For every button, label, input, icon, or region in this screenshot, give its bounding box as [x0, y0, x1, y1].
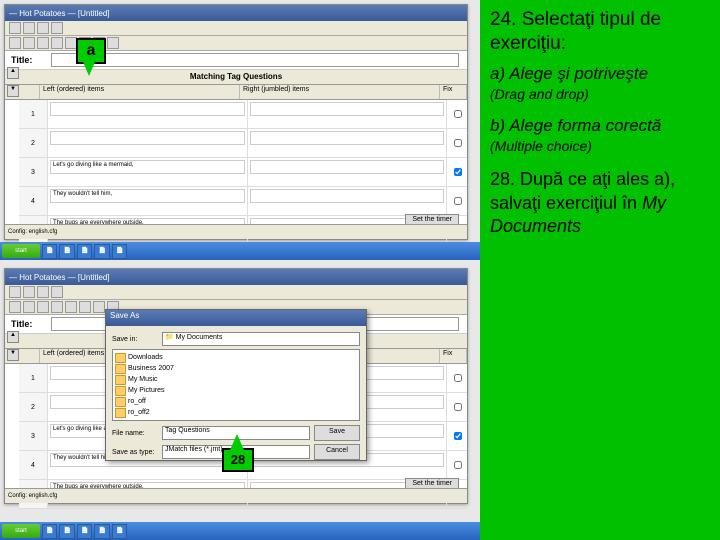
option-b-paren: (Multiple choice)	[490, 138, 710, 154]
title-input[interactable]	[51, 53, 459, 67]
callout-28: 28	[222, 448, 254, 472]
question-row: 2	[19, 129, 467, 158]
fix-checkbox[interactable]	[454, 110, 462, 118]
cancel-button[interactable]: Cancel	[314, 444, 360, 460]
taskbar[interactable]: start 📄📄📄📄📄	[0, 242, 480, 260]
list-item[interactable]: Downloads	[115, 352, 357, 363]
folder-icon	[115, 353, 126, 363]
right-item-input[interactable]	[250, 102, 445, 116]
step-24-heading: 24. Selectaţi tipul de exerciţiu:	[490, 8, 710, 56]
window-titlebar[interactable]: — Hot Potatoes — [Untitled]	[5, 5, 467, 21]
row-nav-arrows[interactable]: ▲▼	[7, 67, 19, 97]
app-window-top: — Hot Potatoes — [Untitled] Title: Match…	[4, 4, 468, 240]
column-headers: Left (ordered) itemsRight (jumbled) item…	[5, 85, 467, 100]
filename-label: File name:	[112, 430, 158, 437]
questions-header: Matching Tag Questions	[5, 70, 467, 85]
save-in-select[interactable]: 📁 My Documents	[162, 332, 360, 346]
dialog-titlebar[interactable]: Save As	[106, 310, 366, 326]
title-label: Title:	[5, 55, 51, 65]
menubar[interactable]	[5, 21, 467, 36]
step-28-text: 28. După ce aţi ales a), salvaţi exerciţ…	[490, 168, 710, 238]
window-titlebar[interactable]: — Hot Potatoes — [Untitled]	[5, 269, 467, 285]
start-button[interactable]: start	[2, 524, 40, 538]
save-in-label: Save in:	[112, 336, 158, 343]
toolbar[interactable]	[5, 36, 467, 51]
question-row: 3Let's go diving like a mermaid,	[19, 158, 467, 187]
instructions-panel: 24. Selectaţi tipul de exerciţiu: a) Ale…	[480, 0, 720, 540]
status-bar: Config: english.cfg	[5, 224, 467, 239]
filetype-label: Save as type:	[112, 449, 158, 456]
option-a-label: a) Alege şi potriveşte	[490, 64, 710, 84]
question-row: 1	[19, 100, 467, 129]
option-b-label: b) Alege forma corectă	[490, 116, 710, 136]
start-button[interactable]: start	[2, 244, 40, 258]
save-button[interactable]: Save	[314, 425, 360, 441]
taskbar-item[interactable]: 📄	[42, 244, 57, 259]
question-row: 4They wouldn't tell him,	[19, 187, 467, 216]
callout-a: a	[76, 38, 106, 64]
left-item-input[interactable]	[50, 102, 245, 116]
taskbar[interactable]: start 📄📄📄📄📄	[0, 522, 480, 540]
folder-list[interactable]: Downloads Business 2007 My Music My Pict…	[112, 349, 360, 421]
option-a-paren: (Drag and drop)	[490, 86, 710, 102]
